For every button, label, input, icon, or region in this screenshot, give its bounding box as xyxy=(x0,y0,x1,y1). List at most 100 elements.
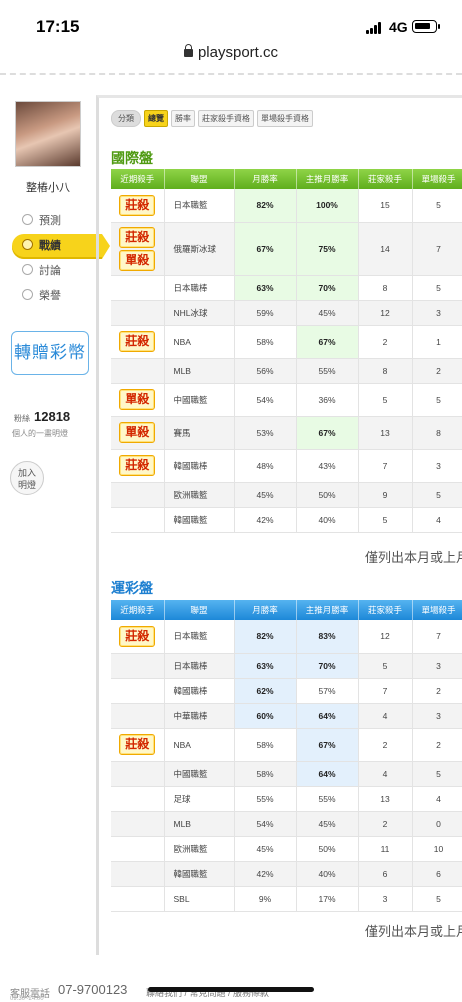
killer-badge: 莊殺 xyxy=(119,226,156,248)
cell-month: 48% xyxy=(234,449,297,483)
username[interactable]: 整樁小八 xyxy=(0,179,96,195)
fans-label: 粉絲 xyxy=(14,414,30,423)
cell-month: 63% xyxy=(234,653,297,679)
sidebar-item-predict[interactable]: 預測 xyxy=(12,209,102,234)
table-row[interactable]: 日本職棒 63% 70% 5 3 xyxy=(111,653,462,679)
support-phone[interactable]: 07-9700123 xyxy=(58,982,127,997)
cell-single: 10 xyxy=(412,836,462,862)
killer-badge: 單殺 xyxy=(119,422,156,443)
table-row[interactable]: 莊殺 韓國職棒 48% 43% 7 3 xyxy=(111,449,462,483)
cell-league: MLB xyxy=(164,811,235,837)
cell-single: 5 xyxy=(412,886,462,912)
killer-badge-cell: 單殺 xyxy=(111,416,165,450)
table-row[interactable]: 單殺 賽馬 53% 67% 13 8 xyxy=(111,416,462,450)
cell-league: 賽馬 xyxy=(164,416,235,450)
cell-single: 5 xyxy=(412,189,462,223)
cell-main: 50% xyxy=(296,836,359,862)
support-hours: 09:30~24:00 xyxy=(10,996,44,1002)
killer-badge-cell: 莊殺 xyxy=(111,325,165,359)
cell-main: 45% xyxy=(296,300,359,326)
table-row[interactable]: 歐洲職籃 45% 50% 9 5 xyxy=(111,482,462,508)
cell-single: 2 xyxy=(412,728,462,762)
cell-single: 4 xyxy=(412,786,462,812)
killer-badge-cell xyxy=(111,653,165,679)
table-row[interactable]: 中國職籃 58% 64% 4 5 xyxy=(111,761,462,787)
table-row[interactable]: 日本職棒 63% 70% 8 5 xyxy=(111,275,462,301)
table-row[interactable]: 韓國職籃 42% 40% 6 6 xyxy=(111,861,462,887)
cell-main: 55% xyxy=(296,786,359,812)
join-label-1: 加入 xyxy=(17,468,36,478)
cell-single: 3 xyxy=(412,449,462,483)
cell-banker: 12 xyxy=(358,300,413,326)
killer-badge-cell: 莊殺 xyxy=(111,728,165,762)
killer-badge-cell xyxy=(111,507,165,533)
cell-single: 8 xyxy=(412,416,462,450)
column-header: 主推月勝率 xyxy=(296,600,359,620)
cell-single: 5 xyxy=(412,383,462,417)
cell-main: 83% xyxy=(296,620,359,654)
cell-league: 中華職棒 xyxy=(164,703,235,729)
home-indicator xyxy=(148,987,314,992)
table-row[interactable]: 韓國職棒 62% 57% 7 2 xyxy=(111,678,462,704)
cell-main: 40% xyxy=(296,861,359,887)
signal-icon xyxy=(366,22,384,34)
killer-badge-cell xyxy=(111,811,165,837)
cell-month: 60% xyxy=(234,703,297,729)
cell-banker: 5 xyxy=(358,383,413,417)
table-row[interactable]: SBL 9% 17% 3 5 xyxy=(111,886,462,912)
lottery-table: 近期殺手 聯盟 月勝率 主推月勝率 莊家殺手 單場殺手 莊殺 日本職籃 82% 83% 12 7 日本職… xyxy=(111,600,462,912)
filter-banker-killer[interactable]: 莊家殺手資格 xyxy=(198,110,254,127)
table-row[interactable]: 韓國職籃 42% 40% 5 4 xyxy=(111,507,462,533)
sidebar-item-honor[interactable]: 榮譽 xyxy=(12,284,102,309)
killer-badge-cell: 單殺 xyxy=(111,383,165,417)
cell-single: 1 xyxy=(412,325,462,359)
cell-month: 42% xyxy=(234,861,297,887)
table-row[interactable]: 莊殺 日本職籃 82% 100% 15 5 xyxy=(111,189,462,223)
fans-subtitle: 個人的一畫明燈 xyxy=(12,429,68,438)
killer-badge-cell xyxy=(111,482,165,508)
cell-banker: 13 xyxy=(358,786,413,812)
cell-main: 67% xyxy=(296,325,359,359)
discussion-icon xyxy=(22,264,33,275)
avatar[interactable] xyxy=(15,101,81,167)
table-row[interactable]: 歐洲職籃 45% 50% 11 10 xyxy=(111,836,462,862)
cell-league: 日本職棒 xyxy=(164,275,235,301)
table-row[interactable]: 莊殺 日本職籃 82% 83% 12 7 xyxy=(111,620,462,654)
cell-month: 58% xyxy=(234,325,297,359)
main-content: 分類 總覽 勝率 莊家殺手資格 單場殺手資格 國際盤 近期殺手 聯盟 月勝率 主推月勝率 莊家殺… xyxy=(96,95,462,955)
sidebar-item-discuss[interactable]: 討論 xyxy=(12,259,102,284)
cell-banker: 2 xyxy=(358,728,413,762)
table-row[interactable]: 單殺 中國職籃 54% 36% 5 5 xyxy=(111,383,462,417)
join-follow-button[interactable]: 加入 明燈 xyxy=(10,461,44,495)
column-header: 聯盟 xyxy=(164,600,235,620)
cell-banker: 3 xyxy=(358,886,413,912)
sidebar-item-record[interactable]: 戰績 xyxy=(12,234,110,259)
cell-month: 45% xyxy=(234,482,297,508)
cell-banker: 9 xyxy=(358,482,413,508)
cell-banker: 5 xyxy=(358,507,413,533)
killer-badge-cell xyxy=(111,703,165,729)
table-row[interactable]: 莊殺 單殺 俄羅斯冰球 67% 75% 14 7 xyxy=(111,222,462,276)
table-row[interactable]: MLB 56% 55% 8 2 xyxy=(111,358,462,384)
filter-win-rate[interactable]: 勝率 xyxy=(171,110,195,127)
cell-main: 57% xyxy=(296,678,359,704)
table-row[interactable]: 中華職棒 60% 64% 4 3 xyxy=(111,703,462,729)
cell-main: 36% xyxy=(296,383,359,417)
gift-coins-button[interactable]: 轉贈彩幣 xyxy=(11,331,89,375)
cell-month: 58% xyxy=(234,761,297,787)
killer-badge-cell: 莊殺 xyxy=(111,620,165,654)
url-bar[interactable]: playsport.cc xyxy=(0,44,462,72)
table-row[interactable]: NHL冰球 59% 45% 12 3 xyxy=(111,300,462,326)
table-row[interactable]: MLB 54% 45% 2 0 xyxy=(111,811,462,837)
cell-month: 62% xyxy=(234,678,297,704)
column-header: 近期殺手 xyxy=(111,600,165,620)
sidebar-item-label: 榮譽 xyxy=(39,290,61,302)
fans-count: 12818 xyxy=(34,409,71,424)
filter-overview[interactable]: 總覽 xyxy=(144,110,168,127)
table-row[interactable]: 莊殺 NBA 58% 67% 2 1 xyxy=(111,325,462,359)
table-row[interactable]: 莊殺 NBA 58% 67% 2 2 xyxy=(111,728,462,762)
cell-month: 55% xyxy=(234,786,297,812)
filter-category-label: 分類 xyxy=(111,110,141,127)
filter-single-killer[interactable]: 單場殺手資格 xyxy=(257,110,313,127)
table-row[interactable]: 足球 55% 55% 13 4 xyxy=(111,786,462,812)
